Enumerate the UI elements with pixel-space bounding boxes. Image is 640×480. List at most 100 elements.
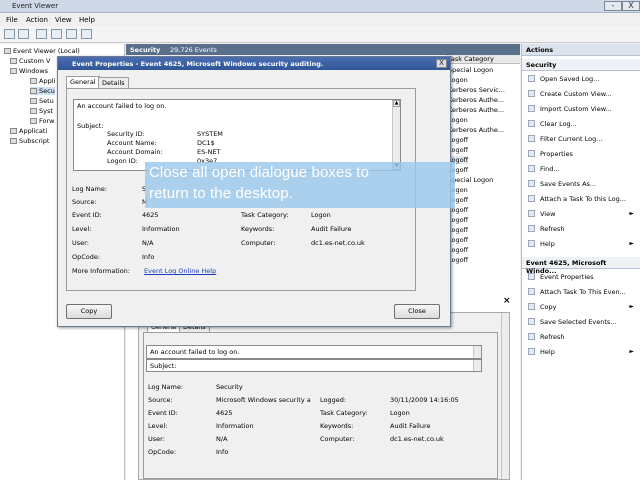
tree-item-system[interactable]: Syst [30,107,53,115]
action-icon [528,150,535,157]
dialog-log-name-label: Log Name: [72,185,108,193]
action-item-find[interactable]: Find... [528,165,638,176]
dialog-user-label: User: [72,239,89,247]
tree-item-subscriptions[interactable]: Subscript [10,137,50,145]
event-count: 29,726 Events [170,46,217,54]
actions-event-header[interactable]: Event 4625, Microsoft Windo... [522,257,640,275]
menu-action[interactable]: Action [26,16,48,24]
task-category-row[interactable]: Kerberos Authe... [448,106,504,114]
menu-view[interactable]: View [55,16,72,24]
action-item-filter-current-log[interactable]: Filter Current Log... [528,135,638,146]
action-item-save-selected-events[interactable]: Save Selected Events... [528,318,638,329]
dialog-keywords-label: Keywords: [241,225,275,233]
action-item-attach-task-to-this-even[interactable]: Attach Task To This Even... [528,288,638,299]
action-icon [528,318,535,325]
action-icon [528,210,535,217]
forward-icon[interactable] [18,29,29,39]
log-icon [30,88,37,94]
log-icon [30,78,37,84]
submenu-arrow-icon: ► [629,348,634,355]
task-category-row[interactable]: Kerberos Authe... [448,96,504,104]
tree-item-event-viewer-local[interactable]: Event Viewer (Local) [4,47,80,55]
action-item-copy[interactable]: Copy ► [528,303,638,314]
dialog-tab-general[interactable]: General [66,76,100,88]
dialog-level-value: Information [142,225,180,233]
tree-item-security[interactable]: Secu [30,87,55,95]
close-pane-icon[interactable]: × [503,296,515,306]
up-folder-icon[interactable] [36,29,47,39]
task-category-row[interactable]: Logoff [448,256,468,264]
log-icon [30,98,37,104]
task-category-row[interactable]: Logoff [448,226,468,234]
tree-item-forwarded-events[interactable]: Forw [30,117,54,125]
action-icon [528,273,535,280]
close-window-button[interactable]: X [622,1,640,11]
tree-item-setup[interactable]: Setu [30,97,54,105]
action-icon [528,90,535,97]
menu-file[interactable]: File [6,16,18,24]
action-item-save-events-as[interactable]: Save Events As... [528,180,638,191]
action-item-event-properties[interactable]: Event Properties [528,273,638,284]
action-item-clear-log[interactable]: Clear Log... [528,120,638,131]
dialog-level-label: Level: [72,225,92,233]
details-scrollbar[interactable] [501,313,509,479]
action-icon [528,225,535,232]
submenu-arrow-icon: ► [629,210,634,217]
keywords-value: Audit Failure [390,422,431,430]
help-icon[interactable] [66,29,77,39]
tree-item-applications[interactable]: Applicati [10,127,47,135]
action-item-refresh[interactable]: Refresh [528,333,638,344]
task-category-row[interactable]: Logoff [448,246,468,254]
tree-item-windows-logs[interactable]: Windows [10,67,48,75]
log-name-value: Security [216,383,243,391]
dialog-close-x-button[interactable]: X [436,59,447,68]
event-log-online-help-link[interactable]: Event Log Online Help [144,267,216,275]
dialog-tab-details[interactable]: Details [98,77,129,88]
subject-field-row: Security ID: SYSTEM [107,130,223,138]
menu-bar: File Action View Help [0,13,640,26]
action-item-open-saved-log[interactable]: Open Saved Log... [528,75,638,86]
folder-icon [10,68,17,74]
computer-value: dc1.es-net.co.uk [390,435,444,443]
task-category-row[interactable]: Logoff [448,136,468,144]
action-item-help[interactable]: Help ► [528,348,638,359]
dialog-subject: Subject: [77,122,104,130]
action-item-import-custom-view[interactable]: Import Custom View... [528,105,638,116]
dialog-event-id-value: 4625 [142,211,159,219]
task-category-row[interactable]: Logoff [448,236,468,244]
show-hide-tree-icon[interactable] [51,29,62,39]
task-category-row[interactable]: Logoff [448,216,468,224]
action-item-properties[interactable]: Properties [528,150,638,161]
copy-button[interactable]: Copy [66,304,112,319]
dialog-event-id-label: Event ID: [72,211,102,219]
task-category-row[interactable]: Logoff [448,146,468,154]
action-item-create-custom-view[interactable]: Create Custom View... [528,90,638,101]
toolbar [0,26,640,43]
folder-icon [10,128,17,134]
action-item-refresh[interactable]: Refresh [528,225,638,236]
task-category-row[interactable]: Special Logon [448,66,493,74]
dialog-task-category-value: Logon [311,211,331,219]
task-category-row[interactable]: Kerberos Servic... [448,86,505,94]
action-item-view[interactable]: View ► [528,210,638,221]
back-icon[interactable] [4,29,15,39]
logged-value: 30/11/2009 14:16:05 [390,396,459,404]
tree-item-custom-views[interactable]: Custom V [10,57,50,65]
action-item-help[interactable]: Help ► [528,240,638,251]
user-value: N/A [216,435,228,443]
close-button[interactable]: Close [394,304,440,319]
logged-label: Logged: [320,396,347,404]
level-value: Information [216,422,254,430]
task-category-header[interactable]: Task Category [446,55,520,64]
minimize-button[interactable]: - [604,1,622,11]
menu-help[interactable]: Help [79,16,95,24]
action-item-attach-a-task-to-this-log[interactable]: Attach a Task To this Log... [528,195,638,206]
log-name-label: Log Name: [148,383,184,391]
opcode-value: Info [216,448,229,456]
action-pane-icon[interactable] [81,29,92,39]
actions-security-header[interactable]: Security [522,59,640,71]
action-icon [528,105,535,112]
task-category-row[interactable]: Kerberos Authe... [448,126,504,134]
action-icon [528,348,535,355]
tree-item-application[interactable]: Appli [30,77,55,85]
